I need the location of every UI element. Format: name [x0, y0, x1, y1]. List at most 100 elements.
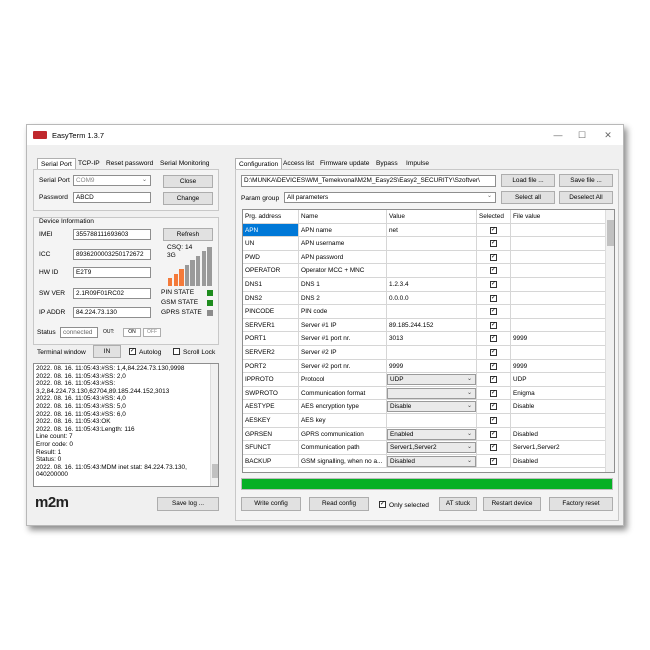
row-selected-checkbox[interactable]: ✓ — [490, 457, 497, 465]
log-scroll-thumb[interactable] — [212, 464, 218, 478]
cell-name[interactable]: AES key — [299, 414, 387, 427]
autolog-checkbox[interactable]: ✓ — [129, 348, 136, 355]
cell-selected[interactable]: ✓ — [477, 278, 511, 291]
tab-firmware-update[interactable]: Firmware update — [317, 158, 372, 169]
cell-name[interactable]: Server #2 port nr. — [299, 359, 387, 373]
only-selected-checkbox[interactable]: ✓ — [379, 501, 386, 508]
value-dropdown[interactable]: Disable ⌄ — [387, 401, 476, 413]
cell-address[interactable]: PORT2 — [243, 359, 299, 373]
cell-address[interactable]: AESTYPE — [243, 400, 299, 413]
cell-name[interactable]: GSM signalling, when no a... — [299, 454, 387, 468]
cell-name[interactable]: APN name — [299, 223, 387, 237]
cell-selected[interactable]: ✓ — [477, 346, 511, 359]
cell-selected[interactable]: ✓ — [477, 305, 511, 318]
cell-file-value[interactable] — [511, 319, 608, 332]
save-log-button[interactable]: Save log ... — [157, 497, 219, 511]
out-on-toggle[interactable]: ON — [123, 328, 141, 337]
cell-selected[interactable]: ✓ — [477, 332, 511, 345]
log-scrollbar[interactable] — [210, 364, 218, 486]
value-dropdown[interactable]: ⌄ — [387, 387, 476, 399]
factory-reset-button[interactable]: Factory reset — [549, 497, 613, 511]
value-dropdown[interactable]: Server1,Server2 ⌄ — [387, 442, 476, 454]
tab-reset-password[interactable]: Reset password — [103, 158, 156, 169]
chevron-down-icon[interactable]: ⌄ — [465, 443, 474, 452]
cell-value[interactable]: net — [387, 223, 477, 237]
cell-address[interactable]: SWPROTO — [243, 386, 299, 400]
row-selected-checkbox[interactable]: ✓ — [490, 403, 497, 411]
cell-file-value[interactable] — [511, 278, 608, 291]
row-selected-checkbox[interactable]: ✓ — [490, 253, 497, 261]
table-row[interactable]: PORT2 Server #2 port nr. 9999 ✓ 9999 — [243, 359, 608, 374]
cell-name[interactable]: DNS 2 — [299, 291, 387, 305]
cell-file-value[interactable] — [511, 224, 608, 237]
load-file-button[interactable]: Load file ... — [501, 174, 555, 187]
row-selected-checkbox[interactable]: ✓ — [490, 267, 497, 275]
row-selected-checkbox[interactable]: ✓ — [490, 294, 497, 302]
cell-file-value[interactable] — [511, 414, 608, 427]
table-row[interactable]: IPPROTO Protocol UDP ⌄ ✓ UDP — [243, 373, 608, 387]
write-config-button[interactable]: Write config — [241, 497, 301, 511]
deselect-all-button[interactable]: Deselect All — [559, 191, 613, 204]
tab-configuration[interactable]: Configuration — [235, 158, 283, 169]
cell-selected[interactable]: ✓ — [477, 291, 511, 305]
cell-name[interactable]: Communication path — [299, 441, 387, 454]
cell-name[interactable]: GPRS communication — [299, 427, 387, 441]
table-row[interactable]: APN APN name net ✓ — [243, 223, 608, 238]
cell-address[interactable]: IPPROTO — [243, 373, 299, 386]
column-header-selected[interactable]: Selected — [477, 210, 511, 223]
table-row[interactable]: DNS2 DNS 2 0.0.0.0 ✓ — [243, 291, 608, 306]
refresh-button[interactable]: Refresh — [163, 228, 213, 241]
table-row[interactable]: AESTYPE AES encryption type Disable ⌄ ✓ Disab… — [243, 400, 608, 414]
table-row[interactable]: UN APN username ✓ — [243, 237, 608, 251]
table-row[interactable]: BACKUP GSM signalling, when no a... Disabl… — [243, 454, 608, 469]
select-all-button[interactable]: Select all — [501, 191, 555, 204]
chevron-down-icon[interactable]: ⌄ — [465, 402, 474, 411]
cell-value[interactable]: 9999 — [387, 359, 477, 373]
tab-bypass[interactable]: Bypass — [373, 158, 401, 169]
close-icon[interactable]: ✕ — [599, 129, 617, 141]
cell-address[interactable]: PWD — [243, 250, 299, 264]
maximize-icon[interactable]: ☐ — [573, 129, 591, 141]
cell-address[interactable]: PINCODE — [243, 305, 299, 318]
cell-name[interactable]: Protocol — [299, 373, 387, 386]
table-row[interactable]: SFUNCT Communication path Server1,Server2 ⌄… — [243, 441, 608, 455]
table-scrollbar[interactable] — [605, 210, 614, 472]
column-header-file-value[interactable]: File value — [511, 210, 608, 223]
restart-device-button[interactable]: Restart device — [483, 497, 541, 511]
table-row[interactable]: PORT1 Server #1 port nr. 3013 ✓ 9999 — [243, 332, 608, 346]
cell-value[interactable]: 3013 — [387, 332, 477, 345]
close-port-button[interactable]: Close — [163, 175, 213, 188]
cell-file-value[interactable]: Server1,Server2 — [511, 441, 608, 454]
cell-address[interactable]: OPERATOR — [243, 264, 299, 277]
row-selected-checkbox[interactable]: ✓ — [490, 226, 497, 234]
cell-address[interactable]: DNS2 — [243, 291, 299, 305]
table-row[interactable]: SERVER2 Server #2 IP ✓ — [243, 346, 608, 360]
table-row[interactable]: OPERATOR Operator MCC + MNC ✓ — [243, 264, 608, 278]
row-selected-checkbox[interactable]: ✓ — [490, 281, 497, 288]
cell-file-value[interactable] — [511, 292, 608, 305]
table-row[interactable]: SWPROTO Communication format ⌄ ✓ Enigma — [243, 386, 608, 401]
table-row[interactable]: PWD APN password ✓ — [243, 250, 608, 265]
cell-value[interactable]: Disabled ⌄ — [387, 454, 477, 468]
row-selected-checkbox[interactable]: ✓ — [490, 321, 497, 329]
table-scroll-thumb[interactable] — [607, 220, 614, 246]
row-selected-checkbox[interactable]: ✓ — [490, 389, 497, 397]
cell-file-value[interactable]: Disable — [511, 400, 608, 413]
row-selected-checkbox[interactable]: ✓ — [490, 417, 497, 424]
minimize-icon[interactable]: — — [549, 129, 567, 141]
cell-value[interactable] — [387, 264, 477, 277]
cell-selected[interactable]: ✓ — [477, 414, 511, 427]
save-file-button[interactable]: Save file ... — [559, 174, 613, 187]
cell-value[interactable] — [387, 414, 477, 427]
config-path-field[interactable]: D:\MUNKA\DEVICES\WM_Temekvonal\M2M_Easy2… — [241, 175, 496, 187]
cell-name[interactable]: AES encryption type — [299, 400, 387, 413]
cell-name[interactable]: Communication format — [299, 386, 387, 400]
cell-address[interactable]: GPRSEN — [243, 427, 299, 441]
cell-file-value[interactable]: Enigma — [511, 387, 608, 400]
cell-selected[interactable]: ✓ — [477, 237, 511, 250]
row-selected-checkbox[interactable]: ✓ — [490, 362, 497, 370]
row-selected-checkbox[interactable]: ✓ — [490, 376, 497, 384]
cell-value[interactable] — [387, 346, 477, 359]
cell-name[interactable]: PIN code — [299, 305, 387, 318]
column-header-value[interactable]: Value — [387, 210, 477, 223]
